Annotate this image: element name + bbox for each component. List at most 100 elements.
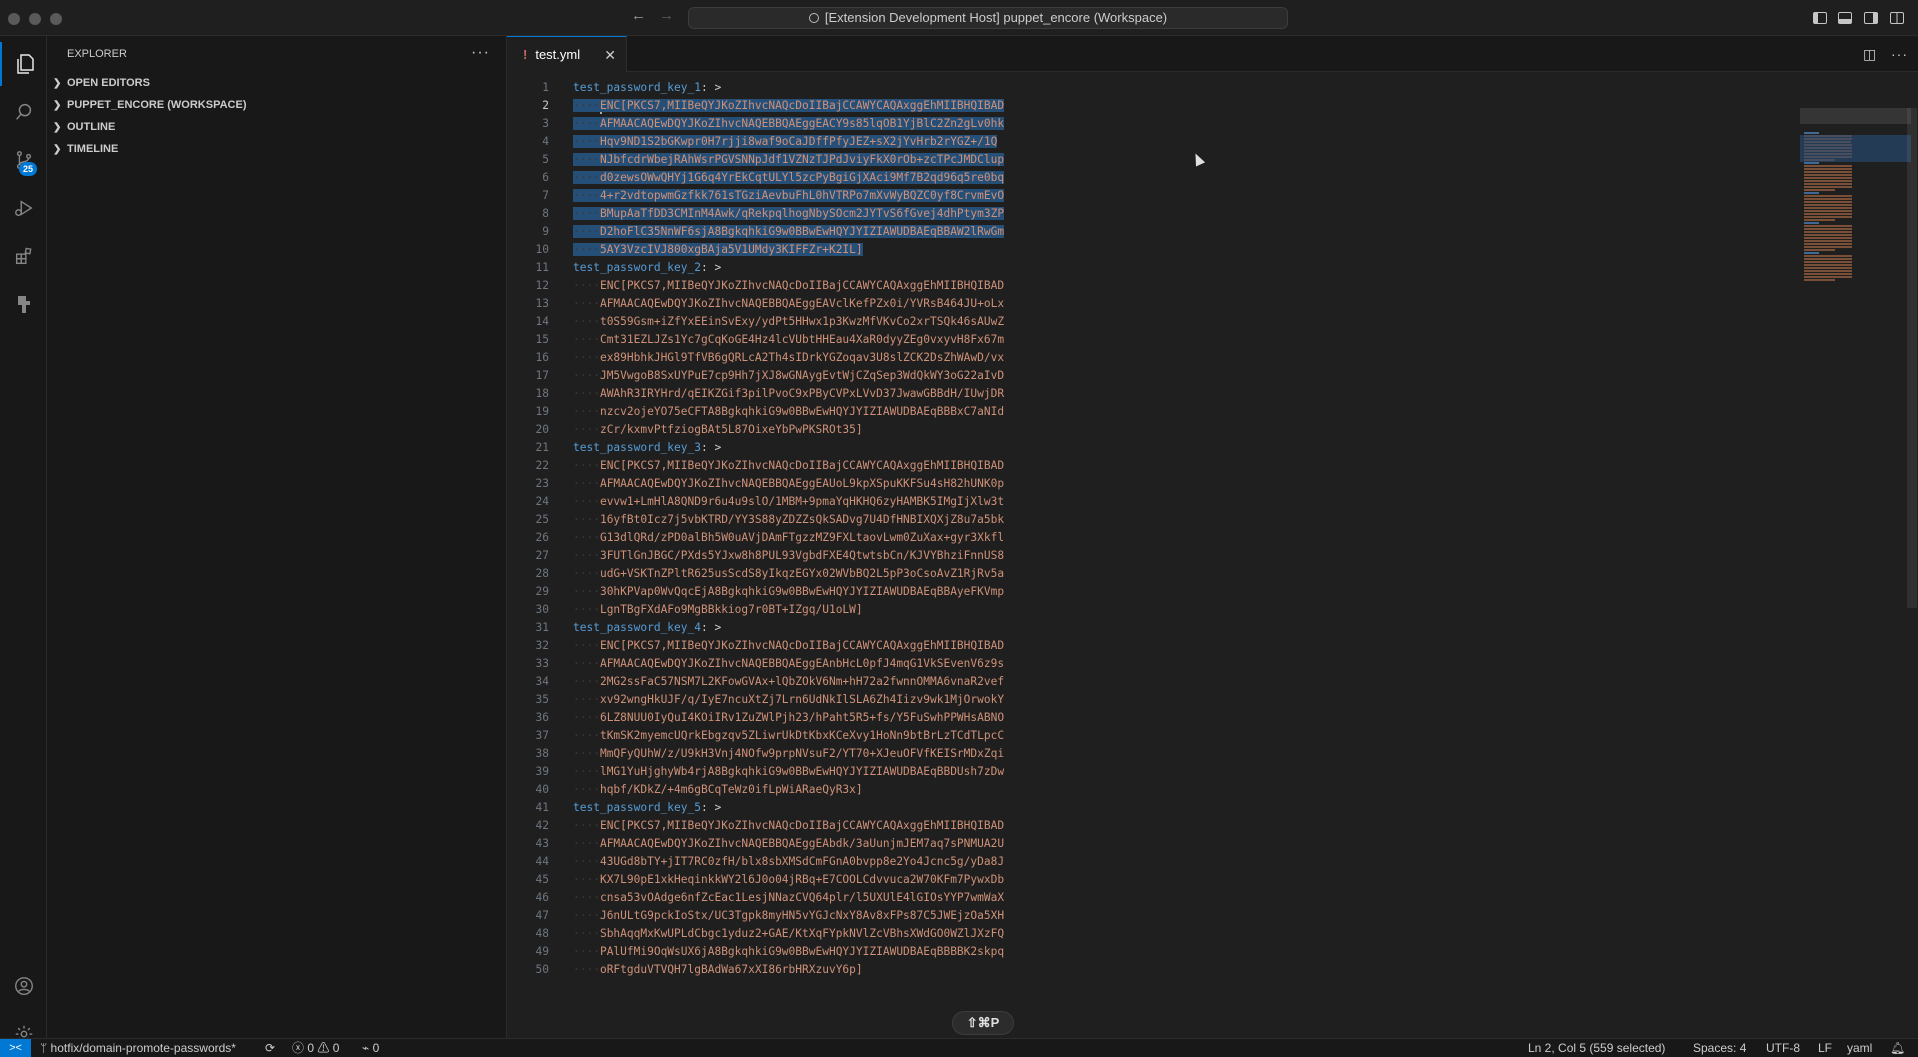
notifications-bell-icon[interactable]: 🔔︎ xyxy=(1890,1039,1905,1057)
code-line[interactable]: 18 ····AWAhR3IRYHrd/qEIKZGif3pilPvoC9xPBy… xyxy=(507,385,1847,403)
ports-indicator[interactable]: ⌁ 0 xyxy=(362,1039,379,1057)
more-actions-icon[interactable]: ··· xyxy=(1891,46,1908,62)
code-line[interactable]: 30 ····LgnTBgFXdAFo9MgBBkkiog7r0BT+IZgq/U… xyxy=(507,601,1847,619)
customize-layout-icon[interactable] xyxy=(1890,12,1904,24)
code-line[interactable]: 26 ····G13dlQRd/zPD0alBh5W0uAVjDAmFTgzzMZ… xyxy=(507,529,1847,547)
indentation[interactable]: Spaces: 4 xyxy=(1693,1039,1746,1057)
code-line[interactable]: 39 ····lMG1YuHjghyWb4rjA8BgkqhkiG9w0BBwEw… xyxy=(507,763,1847,781)
close-tab-icon[interactable]: ✕ xyxy=(604,47,616,64)
encrypted-value: J6nULtG9pckIoStx/UC3Tgpk8myHN5vYGJcNxY8A… xyxy=(599,909,1005,922)
problems-indicator[interactable]: ⓧ 0 ⚠ 0 xyxy=(292,1039,339,1057)
cursor-position[interactable]: Ln 2, Col 5 (559 selected) xyxy=(1528,1039,1665,1057)
minimap[interactable] xyxy=(1786,72,1911,1038)
code-line[interactable]: 23 ····AFMAACAQEwDQYJKoZIhvcNAQEBBQAEggEA… xyxy=(507,475,1847,493)
code-line[interactable]: 29 ····30hKPVap0WvQqcEjA8BgkqhkiG9w0BBwEw… xyxy=(507,583,1847,601)
line-number: 35 xyxy=(535,693,549,706)
close-window-button[interactable] xyxy=(8,13,20,25)
code-line[interactable]: 44 ····43UGd8bTY+jIT7RC0zfH/blx8sbXMSdCmF… xyxy=(507,853,1847,871)
back-arrow-icon[interactable]: ← xyxy=(631,7,646,24)
chevron-right-icon: ❯ xyxy=(53,121,62,133)
code-line[interactable]: 11 test_password_key_2: > xyxy=(507,259,1847,277)
section-outline[interactable]: ❯ OUTLINE xyxy=(47,116,506,138)
code-line[interactable]: 10 ····5AY3VzcIVJ800xgBAja5V1UMdy3KIFFZr+… xyxy=(507,241,1847,259)
code-area[interactable]: 1 test_password_key_1: >2 ····ENC[PKCS7,MI… xyxy=(507,72,1918,1038)
command-center[interactable]: [Extension Development Host] puppet_enco… xyxy=(688,7,1288,29)
code-line[interactable]: 24 ····evvw1+LmHlA8QND9r6u4u9slO/1MBM+9pm… xyxy=(507,493,1847,511)
code-line[interactable]: 50 ····oRFtgduVTVQH7lgBAdWa67xXI86rbHRXzu… xyxy=(507,961,1847,979)
code-line[interactable]: 45 ····KX7L90pE1xkHeqinkkWY2l6J0o04jRBq+E… xyxy=(507,871,1847,889)
maximize-window-button[interactable] xyxy=(50,13,62,25)
code-line[interactable]: 49 ····PAlUfMi9OqWsUX6jA8BgkqhkiG9w0BBwEw… xyxy=(507,943,1847,961)
sync-icon[interactable]: ⟳ xyxy=(265,1039,275,1057)
code-line[interactable]: 2 ····ENC[PKCS7,MIIBeQYJKoZIhvcNAQcDoIIBa… xyxy=(507,97,1847,115)
code-line[interactable]: 28 ····udG+VSKTnZPltR625usScdS8yIkqzEGYx0… xyxy=(507,565,1847,583)
code-line[interactable]: 7 ····4+r2vdtopwmGzfkk761sTGziAevbuFhL0hV… xyxy=(507,187,1847,205)
line-text: ····BMupAaTfDD3CMInM4Awk/qRekpqlhogNbySO… xyxy=(573,205,1005,223)
code-line[interactable]: 20 ····zCr/kxmvPtfziogBAt5L87OixeYbPwPKSR… xyxy=(507,421,1847,439)
code-line[interactable]: 15 ····Cmt31EZLJZs1Yc7gCqKoGE4Hz4lcVUbtHH… xyxy=(507,331,1847,349)
code-line[interactable]: 34 ····2MG2ssFaC57NSM7L2KFowGVAx+lQbZOkV6… xyxy=(507,673,1847,691)
code-line[interactable]: 5 ····NJbfcdrWbejRAhWsrPGVSNNpJdf1VZNzTJP… xyxy=(507,151,1847,169)
code-line[interactable]: 9 ····D2hoFlC35NnWF6sjA8BgkqhkiG9w0BBwEwH… xyxy=(507,223,1847,241)
minimize-window-button[interactable] xyxy=(29,13,41,25)
code-line[interactable]: 37 ····tKmSK2myemcUQrkEbgzqv5ZLiwrUkDtKbx… xyxy=(507,727,1847,745)
more-actions-icon[interactable]: ··· xyxy=(471,44,490,62)
code-line[interactable]: 36 ····6LZ8NUU0IyQuI4KOiIRv1ZuZWlPjh23/hP… xyxy=(507,709,1847,727)
code-line[interactable]: 33 ····AFMAACAQEwDQYJKoZIhvcNAQEBBQAEggEA… xyxy=(507,655,1847,673)
code-line[interactable]: 8 ····BMupAaTfDD3CMInM4Awk/qRekpqlhogNbyS… xyxy=(507,205,1847,223)
code-line[interactable]: 48 ····SbhAqqMxKwUPLdCbgc1yduz2+GAE/KtXqF… xyxy=(507,925,1847,943)
line-number: 46 xyxy=(535,891,549,904)
puppet-extension-icon[interactable] xyxy=(0,282,47,326)
split-editor-icon[interactable]: ◫ xyxy=(1863,46,1876,63)
code-line[interactable]: 43 ····AFMAACAQEwDQYJKoZIhvcNAQEBBQAEggEA… xyxy=(507,835,1847,853)
section-workspace[interactable]: ❯ PUPPET_ENCORE (WORKSPACE) xyxy=(47,94,506,116)
forward-arrow-icon[interactable]: → xyxy=(659,7,674,24)
code-line[interactable]: 32 ····ENC[PKCS7,MIIBeQYJKoZIhvcNAQcDoIIB… xyxy=(507,637,1847,655)
code-line[interactable]: 41 test_password_key_5: > xyxy=(507,799,1847,817)
encrypted-value: t0S59Gsm+iZfYxEEinSvExy/ydPt5HHwx1p3KwzM… xyxy=(599,315,1005,328)
accounts-icon[interactable] xyxy=(0,964,47,1008)
remote-indicator-icon[interactable]: >< xyxy=(0,1039,31,1057)
section-timeline[interactable]: ❯ TIMELINE xyxy=(47,138,506,160)
code-line[interactable]: 1 test_password_key_1: > xyxy=(507,79,1847,97)
tab-test-yml[interactable]: ! test.yml ✕ xyxy=(507,36,627,72)
section-open-editors[interactable]: ❯ OPEN EDITORS xyxy=(47,72,506,94)
code-line[interactable]: 35 ····xv92wngHkUJF/q/IyE7ncuXtZj7Lrn6UdN… xyxy=(507,691,1847,709)
line-number: 45 xyxy=(535,873,549,886)
code-line[interactable]: 46 ····cnsa53vOAdge6nfZcEac1LesjNNazCVQ64… xyxy=(507,889,1847,907)
code-line[interactable]: 12 ····ENC[PKCS7,MIIBeQYJKoZIhvcNAQcDoIIB… xyxy=(507,277,1847,295)
end-of-line[interactable]: LF xyxy=(1818,1039,1832,1057)
explorer-icon[interactable] xyxy=(0,42,47,86)
code-line[interactable]: 21 test_password_key_3: > xyxy=(507,439,1847,457)
code-line[interactable]: 17 ····JM5VwgoB8SxUYPuE7cp9Hh7jXJ8wGNAygE… xyxy=(507,367,1847,385)
code-line[interactable]: 42 ····ENC[PKCS7,MIIBeQYJKoZIhvcNAQcDoIIB… xyxy=(507,817,1847,835)
extensions-icon[interactable] xyxy=(0,234,47,278)
code-line[interactable]: 27 ····3FUTlGnJBGC/PXds5YJxw8h8PUL93VgbdF… xyxy=(507,547,1847,565)
encrypted-value: oRFtgduVTVQH7lgBAdWa67xXI86rbHRXzuvY6p] xyxy=(599,963,863,976)
code-line[interactable]: 3 ····AFMAACAQEwDQYJKoZIhvcNAQEBBQAEggEAC… xyxy=(507,115,1847,133)
code-line[interactable]: 16 ····ex89HbhkJHGl9TfVB6gQRLcA2Th4sIDrkY… xyxy=(507,349,1847,367)
encoding[interactable]: UTF-8 xyxy=(1766,1039,1800,1057)
vertical-scrollbar[interactable] xyxy=(1907,108,1917,608)
code-line[interactable]: 38 ····MmQFyQUhW/z/U9kH3Vnj4NOfw9prpNVsuF… xyxy=(507,745,1847,763)
search-icon[interactable] xyxy=(0,90,47,134)
toggle-secondary-sidebar-icon[interactable] xyxy=(1864,12,1878,24)
source-control-icon[interactable]: 25 xyxy=(0,138,47,182)
code-line[interactable]: 13 ····AFMAACAQEwDQYJKoZIhvcNAQEBBQAEggEA… xyxy=(507,295,1847,313)
code-line[interactable]: 40 ····hqbf/KDkZ/+4m6gBCqTeWz0ifLpWiARaeQ… xyxy=(507,781,1847,799)
toggle-primary-sidebar-icon[interactable] xyxy=(1813,12,1827,24)
code-line[interactable]: 6 ····d0zewsOWwQHYj1G6q4YrEkCqtULYl5zcPyB… xyxy=(507,169,1847,187)
code-line[interactable]: 31 test_password_key_4: > xyxy=(507,619,1847,637)
code-line[interactable]: 22 ····ENC[PKCS7,MIIBeQYJKoZIhvcNAQcDoIIB… xyxy=(507,457,1847,475)
code-line[interactable]: 4 ····Hqv9ND1S2bGKwpr0H7rjji8waf9oCaJDffP… xyxy=(507,133,1847,151)
minimap-slider[interactable] xyxy=(1800,108,1911,124)
branch-indicator[interactable]: ᛘ hotfix/domain-promote-passwords* xyxy=(40,1039,236,1057)
line-text: ····d0zewsOWwQHYj1G6q4YrEkCqtULYl5zcPyBg… xyxy=(573,169,1005,187)
code-line[interactable]: 25 ····16yfBt0Icz7j5vbKTRD/YY3S88yZDZZsQk… xyxy=(507,511,1847,529)
code-line[interactable]: 19 ····nzcv2ojeYO75eCFTA8BgkqhkiG9w0BBwEw… xyxy=(507,403,1847,421)
run-debug-icon[interactable] xyxy=(0,186,47,230)
toggle-panel-icon[interactable] xyxy=(1838,12,1852,24)
code-line[interactable]: 14 ····t0S59Gsm+iZfYxEEinSvExy/ydPt5HHwx1… xyxy=(507,313,1847,331)
code-line[interactable]: 47 ····J6nULtG9pckIoStx/UC3Tgpk8myHN5vYGJ… xyxy=(507,907,1847,925)
language-mode[interactable]: yaml xyxy=(1847,1039,1872,1057)
